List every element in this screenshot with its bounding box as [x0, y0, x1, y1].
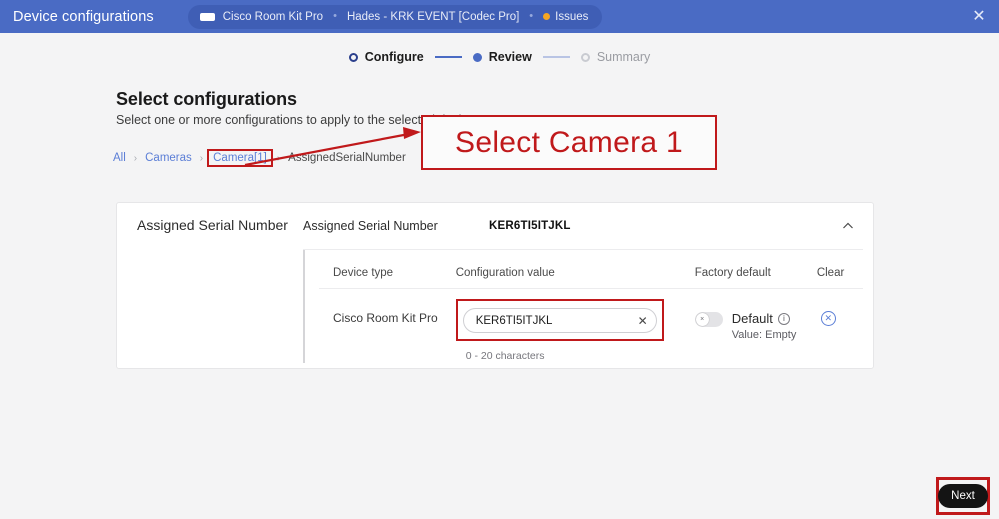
factory-default-label: Default [731, 311, 773, 326]
annotation-text: Select Camera 1 [455, 125, 683, 159]
clear-input-close-icon[interactable]: ✕ [638, 315, 648, 327]
panel-config-value: KER6TI5ITJKL [489, 220, 571, 232]
step-summary[interactable]: Summary [580, 50, 651, 64]
step-summary-indicator-icon [580, 52, 590, 62]
close-icon[interactable]: ✕ [969, 7, 989, 27]
info-icon[interactable]: i [777, 312, 790, 325]
annotation-callout: Select Camera 1 [421, 115, 717, 170]
breadcrumb-separator-2: › [199, 152, 204, 164]
table-body: Cisco Room Kit Pro ✕ 0 - 20 characters [319, 289, 863, 363]
step-review[interactable]: Review [472, 50, 532, 64]
configuration-group-title: Assigned Serial Number [137, 217, 288, 233]
character-limit-hint: 0 - 20 characters [465, 350, 545, 362]
cell-device-type: Cisco Room Kit Pro [319, 289, 456, 363]
panel-body: Device type Configuration value Factory … [303, 250, 863, 363]
clear-control: ✕ [817, 289, 863, 326]
breadcrumb-separator-3: › [276, 152, 281, 164]
breadcrumb: All › Cameras › Camera[1] › AssignedSeri… [113, 149, 406, 167]
configuration-panel: Assigned Serial Number KER6TI5ITJKL Devi… [303, 203, 863, 368]
breadcrumb-item-all[interactable]: All [113, 152, 126, 164]
column-header-factory-default: Factory default [694, 259, 817, 289]
issues-label[interactable]: Issues [555, 11, 588, 23]
factory-default-value-text: Value: Empty [731, 329, 797, 341]
issues-status-dot [543, 13, 551, 20]
codec-device-icon [199, 12, 215, 21]
step-configure[interactable]: Configure [348, 50, 424, 64]
chevron-up-icon[interactable] [841, 219, 855, 233]
window-title: Device configurations [13, 8, 154, 25]
clear-circle-icon[interactable]: ✕ [820, 311, 836, 326]
table-row: Cisco Room Kit Pro ✕ 0 - 20 characters [319, 289, 863, 363]
step-connector-1 [434, 56, 462, 58]
wizard-stepper: Configure Review Summary [0, 50, 999, 64]
step-review-indicator-icon [472, 52, 482, 62]
configuration-card: Assigned Serial Number Assigned Serial N… [116, 202, 874, 369]
breadcrumb-item-cameras[interactable]: Cameras [145, 152, 192, 164]
top-bar: Device configurations Cisco Room Kit Pro… [0, 0, 999, 33]
factory-default-toggle[interactable]: × [694, 312, 723, 327]
device-configurations-dialog: Device configurations Cisco Room Kit Pro… [0, 0, 999, 519]
pill-separator-2: • [529, 10, 534, 22]
factory-default-text: Default i Value: Empty [732, 311, 797, 341]
breadcrumb-item-assignedserialnumber: AssignedSerialNumber [288, 152, 406, 164]
table-head: Device type Configuration value Factory … [319, 259, 863, 289]
panel-config-name: Assigned Serial Number [303, 219, 438, 233]
room-name-label: Hades - KRK EVENT [Codec Pro] [346, 10, 520, 23]
device-name-label: Cisco Room Kit Pro [222, 10, 324, 23]
page-title: Select configurations [116, 89, 297, 109]
device-context-pill[interactable]: Cisco Room Kit Pro • Hades - KRK EVENT [… [187, 4, 603, 29]
step-configure-label: Configure [364, 50, 424, 64]
breadcrumb-separator-1: › [133, 152, 138, 164]
column-header-configuration-value: Configuration value [455, 259, 695, 289]
breadcrumb-item-camera-1[interactable]: Camera[1] [207, 149, 273, 167]
configuration-table: Device type Configuration value Factory … [319, 259, 863, 362]
toggle-knob-icon: × [695, 313, 709, 326]
step-review-label: Review [488, 50, 532, 64]
step-summary-label: Summary [596, 50, 651, 64]
table-header-row: Device type Configuration value Factory … [319, 259, 863, 289]
panel-header[interactable]: Assigned Serial Number KER6TI5ITJKL [303, 203, 863, 250]
factory-default-label-row: Default i [732, 311, 797, 326]
configuration-value-highlight: ✕ [455, 299, 664, 341]
step-configure-indicator-icon [348, 52, 358, 62]
device-type-value: Cisco Room Kit Pro [333, 311, 438, 325]
column-header-device-type: Device type [319, 259, 456, 289]
cell-configuration-value: ✕ 0 - 20 characters [455, 289, 695, 362]
cell-clear: ✕ [817, 289, 863, 363]
next-button[interactable]: Next [938, 484, 988, 508]
column-header-clear: Clear [816, 259, 863, 289]
cell-factory-default: × Default i Value: Empty [694, 289, 817, 363]
next-button-highlight: Next [936, 477, 990, 515]
pill-separator-1: • [333, 10, 337, 22]
configuration-value-input[interactable] [462, 308, 657, 333]
factory-default-control: × Default i Value: Empty [694, 289, 817, 341]
step-connector-2 [542, 56, 570, 58]
